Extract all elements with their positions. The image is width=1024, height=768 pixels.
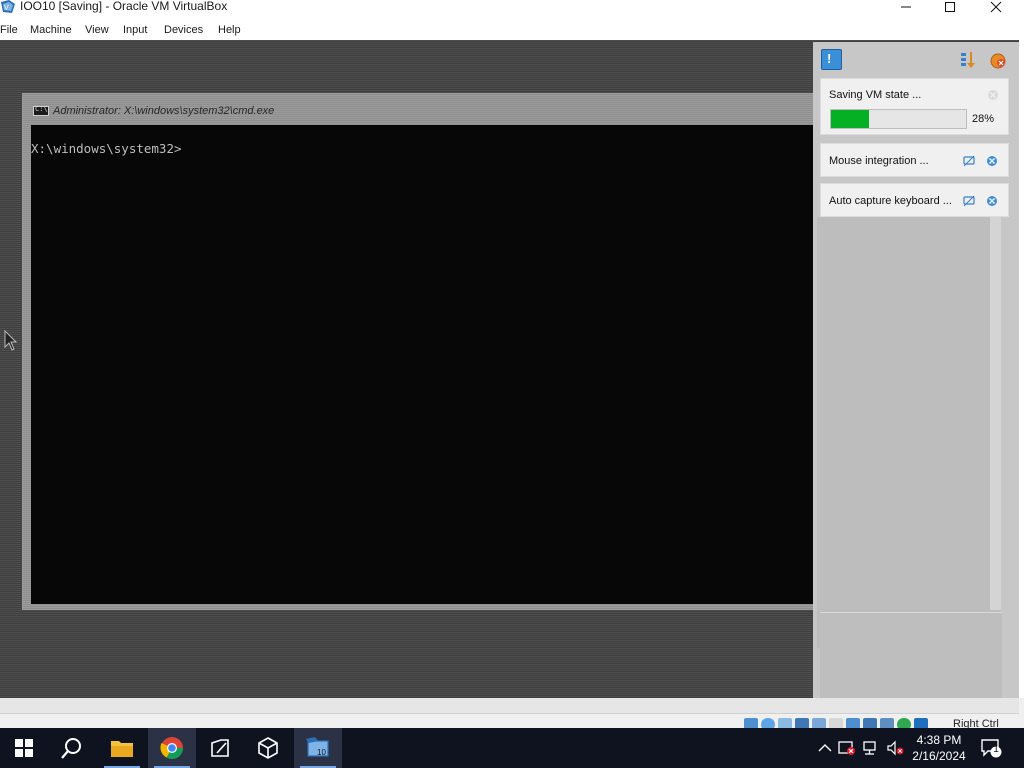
chrome-button[interactable] — [148, 728, 196, 768]
notification-text: Auto capture keyboard ... — [829, 195, 952, 207]
virtualbox-icon: V — [1, 0, 15, 13]
menu-input[interactable]: Input — [123, 24, 147, 36]
svg-text:10: 10 — [317, 748, 326, 757]
close-icon[interactable] — [987, 89, 999, 101]
notification-footer-area — [820, 612, 1002, 700]
folder-icon — [111, 741, 133, 757]
notification-scrollbar[interactable] — [990, 215, 1001, 610]
close-all-notifications-icon[interactable] — [989, 52, 1007, 70]
close-button[interactable] — [973, 0, 1019, 14]
maximize-icon — [945, 2, 955, 12]
virtualbox-manager-button[interactable] — [244, 728, 292, 768]
vm-display-edge — [1019, 40, 1024, 730]
cube-icon — [258, 737, 278, 759]
notification-mouse-integration: Mouse integration ... — [820, 143, 1009, 177]
search-icon — [61, 738, 81, 759]
close-icon[interactable] — [986, 155, 998, 167]
notification-center-toggle-button[interactable]: ! — [821, 49, 842, 70]
do-not-show-again-icon[interactable] — [963, 195, 975, 207]
file-explorer-button[interactable] — [98, 728, 146, 768]
network-icon[interactable] — [862, 740, 880, 756]
start-button[interactable] — [0, 728, 48, 768]
menu-devices[interactable]: Devices — [164, 24, 203, 36]
notification-auto-capture-keyboard: Auto capture keyboard ... — [820, 183, 1009, 217]
sort-order-icon[interactable] — [960, 51, 976, 69]
do-not-show-again-icon[interactable] — [963, 155, 975, 167]
clock[interactable]: 4:38 PM 2/16/2024 — [907, 732, 971, 764]
close-icon[interactable] — [986, 195, 998, 207]
notification-count-badge: 1 — [993, 744, 999, 755]
notification-text: Saving VM state ... — [829, 89, 922, 101]
pen-workspace-button[interactable] — [196, 728, 244, 768]
chevron-up-icon[interactable] — [816, 740, 834, 756]
minimize-icon — [901, 6, 911, 8]
cmd-console[interactable]: X:\windows\system32> — [31, 125, 814, 604]
menu-machine[interactable]: Machine — [30, 24, 72, 36]
search-button[interactable] — [48, 728, 96, 768]
cmd-title: Administrator: X:\windows\system32\cmd.e… — [53, 105, 275, 117]
notification-text: Mouse integration ... — [829, 155, 929, 167]
notification-list-area — [817, 217, 1001, 648]
cmd-titlebar[interactable]: C:\ Administrator: X:\windows\system32\c… — [23, 94, 814, 124]
security-warning-icon[interactable] — [838, 740, 856, 756]
minimize-button[interactable] — [883, 0, 929, 14]
chrome-icon — [160, 737, 183, 759]
clock-time: 4:38 PM — [916, 733, 962, 747]
menu-view[interactable]: View — [85, 24, 109, 36]
windows-taskbar: 10 4:38 PM 2/16/2024 1 — [0, 728, 1024, 768]
mouse-pointer-icon — [4, 330, 18, 351]
exclamation-icon: ! — [827, 51, 832, 66]
window-title: IOO10 [Saving] - Oracle VM VirtualBox — [20, 0, 228, 13]
action-center-button[interactable]: 1 — [980, 738, 1002, 758]
menu-bar: File Machine View Input Devices Help — [0, 22, 1024, 40]
windows-logo-icon — [15, 739, 33, 757]
save-progress-percent: 28% — [972, 113, 995, 125]
cmd-icon-label: C:\ — [35, 105, 48, 113]
horizontal-scrollbar[interactable] — [0, 698, 1019, 714]
svg-text:V: V — [4, 5, 9, 12]
cmd-window[interactable]: C:\ Administrator: X:\windows\system32\c… — [22, 93, 815, 610]
volume-muted-icon[interactable] — [886, 740, 904, 756]
save-progress-fill — [831, 110, 869, 128]
cmd-icon: C:\ — [33, 105, 49, 116]
virtualbox-vm-button[interactable]: 10 — [294, 728, 342, 768]
notification-saving-vm-state: Saving VM state ... 28% — [820, 78, 1009, 135]
clock-date: 2/16/2024 — [912, 749, 966, 763]
pen-icon — [211, 739, 229, 757]
menu-help[interactable]: Help — [218, 24, 241, 36]
maximize-button[interactable] — [927, 0, 973, 14]
save-progress-bar — [830, 109, 967, 129]
cmd-prompt: X:\windows\system32> — [31, 141, 182, 156]
window-titlebar[interactable]: V IOO10 [Saving] - Oracle VM VirtualBox — [0, 0, 1024, 22]
menu-file[interactable]: File — [0, 24, 18, 36]
close-icon — [990, 1, 1002, 13]
virtualbox-vm-icon: 10 — [306, 737, 329, 757]
